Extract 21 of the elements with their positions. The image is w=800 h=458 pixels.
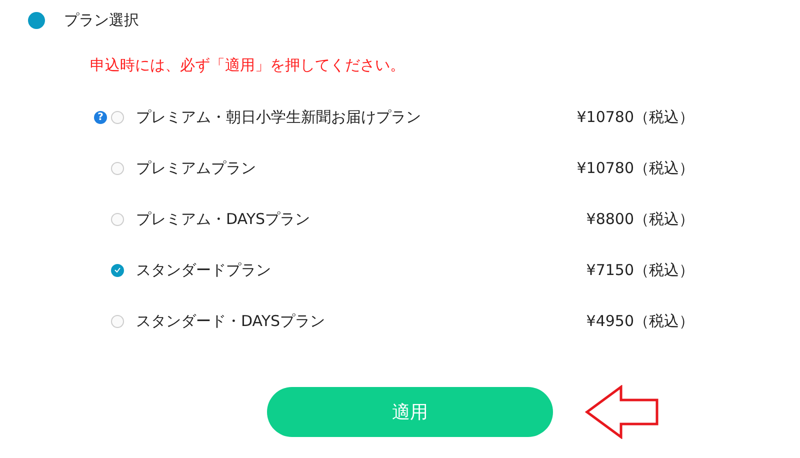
check-icon — [114, 267, 121, 273]
radio-button[interactable] — [111, 162, 124, 174]
plan-name: プレミアム・DAYSプラン — [136, 210, 312, 228]
section-title: プラン選択 — [64, 11, 139, 30]
plan-name: プレミアム・朝日小学生新聞お届けプラン — [136, 108, 422, 126]
plan-name: スタンダード・DAYSプラン — [136, 312, 326, 330]
radio-button[interactable] — [111, 212, 124, 226]
plan-price: ¥4950（税込） — [586, 312, 694, 330]
help-icon[interactable]: ? — [94, 110, 107, 124]
plan-price: ¥7150（税込） — [586, 260, 694, 280]
plan-price: ¥10780（税込） — [576, 158, 694, 178]
radio-button[interactable] — [111, 264, 124, 276]
plan-name: プレミアムプラン — [136, 158, 257, 178]
bullet-icon — [28, 12, 45, 29]
plan-price: ¥10780（税込） — [576, 108, 694, 126]
radio-button[interactable] — [111, 110, 124, 124]
plan-price: ¥8800（税込） — [586, 210, 694, 228]
arrow-icon — [585, 385, 659, 439]
radio-button[interactable] — [111, 314, 124, 328]
notice-text: 申込時には、必ず「適用」を押してください。 — [90, 56, 406, 75]
plan-name: スタンダードプラン — [136, 260, 272, 280]
